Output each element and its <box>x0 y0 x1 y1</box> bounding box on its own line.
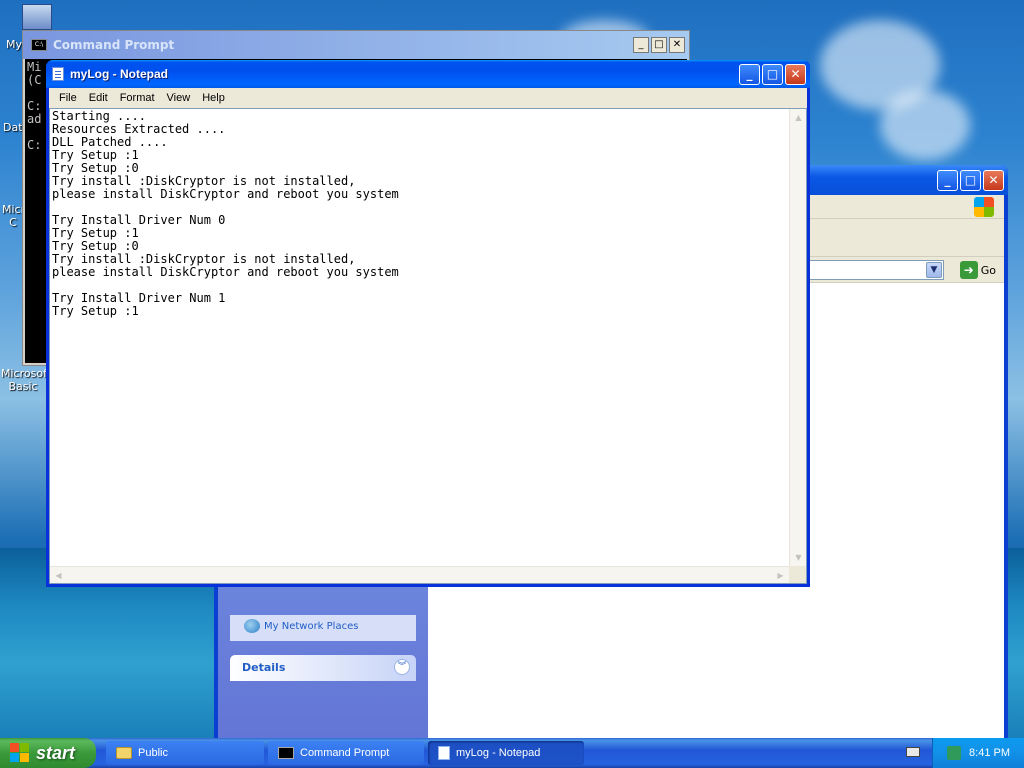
resize-grip-icon[interactable] <box>789 566 806 583</box>
taskbar-button-notepad[interactable]: myLog - Notepad <box>428 741 584 765</box>
start-label: start <box>36 742 76 763</box>
console-icon <box>278 747 294 759</box>
network-icon <box>244 619 260 633</box>
scroll-left-arrow-icon[interactable]: ◀ <box>51 568 66 583</box>
menu-file[interactable]: File <box>53 92 83 104</box>
desktop-icon-label-microsoft: Microsof C <box>2 203 24 229</box>
network-places-label: My Network Places <box>264 620 359 632</box>
vertical-scrollbar[interactable]: ▲ ▼ <box>789 109 806 566</box>
arrow-right-icon: ➜ <box>959 261 978 279</box>
cmd-title: Command Prompt <box>53 38 175 52</box>
minimize-button[interactable]: _ <box>937 170 958 191</box>
folder-icon <box>116 747 132 759</box>
cmd-titlebar[interactable]: C:\ Command Prompt _ □ ✕ <box>23 31 689 59</box>
menu-edit[interactable]: Edit <box>83 92 114 104</box>
clock[interactable]: 8:41 PM <box>969 747 1010 759</box>
network-places-link[interactable]: My Network Places <box>244 619 358 633</box>
maximize-button[interactable]: □ <box>651 37 667 53</box>
minimize-button[interactable]: _ <box>739 64 760 85</box>
chevron-down-icon[interactable]: ▼ <box>926 262 942 278</box>
notepad-editor[interactable]: Starting .... Resources Extracted .... D… <box>49 108 807 584</box>
windows-logo-icon <box>974 197 994 217</box>
taskbar-button-command-prompt[interactable]: Command Prompt <box>268 741 424 765</box>
close-button[interactable]: ✕ <box>669 37 685 53</box>
notepad-menubar: File Edit Format View Help <box>49 88 807 108</box>
menu-view[interactable]: View <box>161 92 197 104</box>
notepad-titlebar[interactable]: myLog - Notepad _ □ ✕ <box>46 60 810 88</box>
desktop-icon-label-microsoft-basic: Microsoft Basic <box>1 367 52 393</box>
horizontal-scrollbar[interactable]: ◀ ▶ <box>50 566 789 583</box>
menu-format[interactable]: Format <box>114 92 161 104</box>
taskbar: start Public Command Prompt myLog - Note… <box>0 738 1024 768</box>
system-tray: 8:41 PM <box>932 738 1024 768</box>
maximize-button[interactable]: □ <box>762 64 783 85</box>
console-icon: C:\ <box>31 39 47 51</box>
taskbar-button-public[interactable]: Public <box>106 741 264 765</box>
taskbar-label: myLog - Notepad <box>456 747 541 759</box>
taskbar-label: Public <box>138 747 168 759</box>
desktop-icon-label-my: My <box>6 38 23 51</box>
go-label: Go <box>980 263 996 277</box>
notepad-icon <box>438 746 450 760</box>
notepad-title: myLog - Notepad <box>70 67 168 81</box>
maximize-button[interactable]: □ <box>960 170 981 191</box>
go-button[interactable]: ➜ Go <box>959 261 996 279</box>
windows-flag-icon <box>10 743 30 763</box>
desktop-icon-my-computer[interactable] <box>22 4 54 30</box>
scroll-up-arrow-icon[interactable]: ▲ <box>791 110 806 125</box>
chevron-double-down-icon[interactable]: ︾ <box>394 659 410 675</box>
details-label: Details <box>242 661 286 674</box>
scroll-down-arrow-icon[interactable]: ▼ <box>791 550 806 565</box>
menu-help[interactable]: Help <box>196 92 231 104</box>
scroll-right-arrow-icon[interactable]: ▶ <box>773 568 788 583</box>
close-button[interactable]: ✕ <box>983 170 1004 191</box>
network-tray-icon[interactable] <box>947 746 962 760</box>
notepad-window[interactable]: myLog - Notepad _ □ ✕ File Edit Format V… <box>46 60 810 587</box>
computer-icon <box>22 4 52 30</box>
network-places-box: My Network Places <box>230 615 416 641</box>
notepad-text[interactable]: Starting .... Resources Extracted .... D… <box>52 110 788 565</box>
taskbar-label: Command Prompt <box>300 747 390 759</box>
details-header[interactable]: Details ︾ <box>230 655 416 681</box>
keyboard-icon[interactable] <box>906 747 920 757</box>
notepad-icon <box>52 67 64 81</box>
close-button[interactable]: ✕ <box>785 64 806 85</box>
minimize-button[interactable]: _ <box>633 37 649 53</box>
start-button[interactable]: start <box>0 738 96 768</box>
